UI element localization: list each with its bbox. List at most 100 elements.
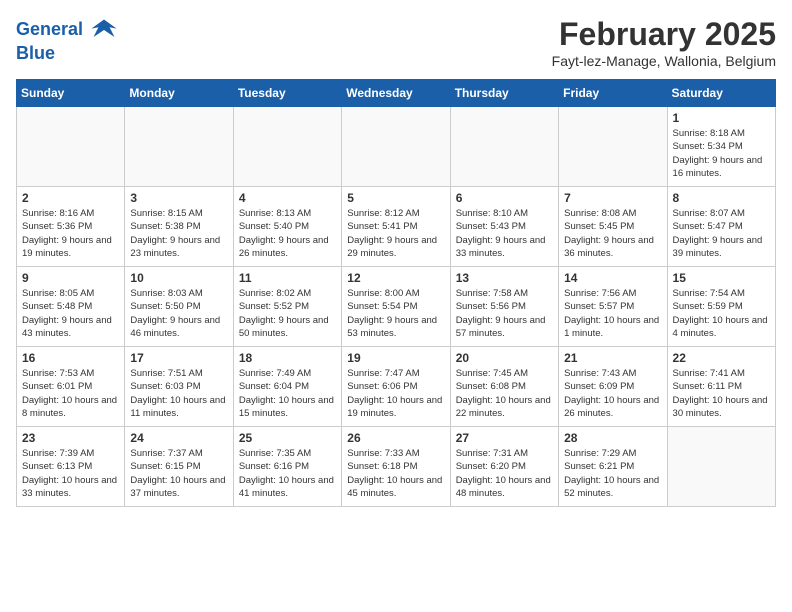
day-info: Sunrise: 7:37 AM Sunset: 6:15 PM Dayligh… bbox=[130, 447, 227, 500]
day-number: 5 bbox=[347, 191, 444, 205]
weekday-header-row: SundayMondayTuesdayWednesdayThursdayFrid… bbox=[17, 80, 776, 107]
page-header: General Blue February 2025 Fayt-lez-Mana… bbox=[16, 16, 776, 69]
calendar-cell: 5 Sunrise: 8:12 AM Sunset: 5:41 PM Daylig… bbox=[342, 187, 450, 267]
day-number: 24 bbox=[130, 431, 227, 445]
calendar-cell: 17Sunrise: 7:51 AM Sunset: 6:03 PM Dayli… bbox=[125, 347, 233, 427]
weekday-header-monday: Monday bbox=[125, 80, 233, 107]
day-info: Sunrise: 7:41 AM Sunset: 6:11 PM Dayligh… bbox=[673, 367, 770, 420]
day-info: Sunrise: 7:35 AM Sunset: 6:16 PM Dayligh… bbox=[239, 447, 336, 500]
day-info: Sunrise: 8:16 AM Sunset: 5:36 PM Dayligh… bbox=[22, 207, 119, 260]
day-number: 22 bbox=[673, 351, 770, 365]
day-number: 14 bbox=[564, 271, 661, 285]
day-info: Sunrise: 7:58 AM Sunset: 5:56 PM Dayligh… bbox=[456, 287, 553, 340]
day-info: Sunrise: 8:10 AM Sunset: 5:43 PM Dayligh… bbox=[456, 207, 553, 260]
calendar-cell bbox=[342, 107, 450, 187]
day-number: 19 bbox=[347, 351, 444, 365]
day-number: 7 bbox=[564, 191, 661, 205]
calendar-week-3: 16 Sunrise: 7:53 AM Sunset: 6:01 PM Dayli… bbox=[17, 347, 776, 427]
day-number: 1 bbox=[673, 111, 770, 125]
day-number: 27 bbox=[456, 431, 553, 445]
day-number: 18 bbox=[239, 351, 336, 365]
day-info: Sunrise: 8:05 AM Sunset: 5:48 PM Dayligh… bbox=[22, 287, 119, 340]
calendar-cell: 23 Sunrise: 7:39 AM Sunset: 6:13 PM Dayli… bbox=[17, 427, 125, 507]
calendar-week-4: 23 Sunrise: 7:39 AM Sunset: 6:13 PM Dayli… bbox=[17, 427, 776, 507]
day-info: Sunrise: 8:03 AM Sunset: 5:50 PM Dayligh… bbox=[130, 287, 227, 340]
day-number: 9 bbox=[22, 271, 119, 285]
calendar-cell: 25 Sunrise: 7:35 AM Sunset: 6:16 PM Dayli… bbox=[233, 427, 341, 507]
title-block: February 2025 Fayt-lez-Manage, Wallonia,… bbox=[552, 16, 776, 69]
calendar-cell: 8 Sunrise: 8:07 AM Sunset: 5:47 PM Daylig… bbox=[667, 187, 775, 267]
day-info: Sunrise: 7:39 AM Sunset: 6:13 PM Dayligh… bbox=[22, 447, 119, 500]
calendar-cell bbox=[559, 107, 667, 187]
calendar-cell: 21Sunrise: 7:43 AM Sunset: 6:09 PM Dayli… bbox=[559, 347, 667, 427]
day-info: Sunrise: 8:18 AM Sunset: 5:34 PM Dayligh… bbox=[673, 127, 770, 180]
day-info: Sunrise: 8:12 AM Sunset: 5:41 PM Dayligh… bbox=[347, 207, 444, 260]
calendar-week-2: 9 Sunrise: 8:05 AM Sunset: 5:48 PM Daylig… bbox=[17, 267, 776, 347]
calendar-cell: 13 Sunrise: 7:58 AM Sunset: 5:56 PM Dayli… bbox=[450, 267, 558, 347]
day-number: 8 bbox=[673, 191, 770, 205]
day-number: 3 bbox=[130, 191, 227, 205]
weekday-header-tuesday: Tuesday bbox=[233, 80, 341, 107]
day-number: 15 bbox=[673, 271, 770, 285]
day-info: Sunrise: 7:45 AM Sunset: 6:08 PM Dayligh… bbox=[456, 367, 553, 420]
day-number: 10 bbox=[130, 271, 227, 285]
weekday-header-wednesday: Wednesday bbox=[342, 80, 450, 107]
day-number: 16 bbox=[22, 351, 119, 365]
weekday-header-thursday: Thursday bbox=[450, 80, 558, 107]
weekday-header-saturday: Saturday bbox=[667, 80, 775, 107]
calendar-cell: 2 Sunrise: 8:16 AM Sunset: 5:36 PM Daylig… bbox=[17, 187, 125, 267]
logo-text: General Blue bbox=[16, 16, 118, 64]
weekday-header-sunday: Sunday bbox=[17, 80, 125, 107]
calendar-header: SundayMondayTuesdayWednesdayThursdayFrid… bbox=[17, 80, 776, 107]
calendar-cell: 12 Sunrise: 8:00 AM Sunset: 5:54 PM Dayli… bbox=[342, 267, 450, 347]
day-number: 17 bbox=[130, 351, 227, 365]
day-number: 12 bbox=[347, 271, 444, 285]
calendar-cell: 24 Sunrise: 7:37 AM Sunset: 6:15 PM Dayli… bbox=[125, 427, 233, 507]
day-info: Sunrise: 7:33 AM Sunset: 6:18 PM Dayligh… bbox=[347, 447, 444, 500]
calendar-cell: 28 Sunrise: 7:29 AM Sunset: 6:21 PM Dayli… bbox=[559, 427, 667, 507]
calendar-cell bbox=[17, 107, 125, 187]
day-number: 13 bbox=[456, 271, 553, 285]
calendar-cell: 26Sunrise: 7:33 AM Sunset: 6:18 PM Dayli… bbox=[342, 427, 450, 507]
calendar-cell: 22 Sunrise: 7:41 AM Sunset: 6:11 PM Dayli… bbox=[667, 347, 775, 427]
calendar-table: SundayMondayTuesdayWednesdayThursdayFrid… bbox=[16, 79, 776, 507]
calendar-cell bbox=[233, 107, 341, 187]
calendar-week-1: 2 Sunrise: 8:16 AM Sunset: 5:36 PM Daylig… bbox=[17, 187, 776, 267]
day-info: Sunrise: 7:49 AM Sunset: 6:04 PM Dayligh… bbox=[239, 367, 336, 420]
calendar-cell bbox=[667, 427, 775, 507]
day-number: 25 bbox=[239, 431, 336, 445]
calendar-cell: 27 Sunrise: 7:31 AM Sunset: 6:20 PM Dayli… bbox=[450, 427, 558, 507]
day-info: Sunrise: 7:29 AM Sunset: 6:21 PM Dayligh… bbox=[564, 447, 661, 500]
calendar-cell bbox=[125, 107, 233, 187]
day-info: Sunrise: 7:43 AM Sunset: 6:09 PM Dayligh… bbox=[564, 367, 661, 420]
day-info: Sunrise: 7:54 AM Sunset: 5:59 PM Dayligh… bbox=[673, 287, 770, 340]
month-title: February 2025 bbox=[552, 16, 776, 53]
day-number: 4 bbox=[239, 191, 336, 205]
calendar-week-0: 1 Sunrise: 8:18 AM Sunset: 5:34 PM Daylig… bbox=[17, 107, 776, 187]
day-number: 20 bbox=[456, 351, 553, 365]
day-info: Sunrise: 8:00 AM Sunset: 5:54 PM Dayligh… bbox=[347, 287, 444, 340]
calendar-cell: 7 Sunrise: 8:08 AM Sunset: 5:45 PM Daylig… bbox=[559, 187, 667, 267]
day-info: Sunrise: 8:08 AM Sunset: 5:45 PM Dayligh… bbox=[564, 207, 661, 260]
weekday-header-friday: Friday bbox=[559, 80, 667, 107]
calendar-cell: 4 Sunrise: 8:13 AM Sunset: 5:40 PM Daylig… bbox=[233, 187, 341, 267]
day-info: Sunrise: 7:53 AM Sunset: 6:01 PM Dayligh… bbox=[22, 367, 119, 420]
calendar-cell: 18 Sunrise: 7:49 AM Sunset: 6:04 PM Dayli… bbox=[233, 347, 341, 427]
day-number: 2 bbox=[22, 191, 119, 205]
calendar-cell: 9 Sunrise: 8:05 AM Sunset: 5:48 PM Daylig… bbox=[17, 267, 125, 347]
day-info: Sunrise: 8:02 AM Sunset: 5:52 PM Dayligh… bbox=[239, 287, 336, 340]
day-info: Sunrise: 7:31 AM Sunset: 6:20 PM Dayligh… bbox=[456, 447, 553, 500]
calendar-cell: 10 Sunrise: 8:03 AM Sunset: 5:50 PM Dayli… bbox=[125, 267, 233, 347]
day-info: Sunrise: 8:07 AM Sunset: 5:47 PM Dayligh… bbox=[673, 207, 770, 260]
calendar-cell bbox=[450, 107, 558, 187]
calendar-cell: 19 Sunrise: 7:47 AM Sunset: 6:06 PM Dayli… bbox=[342, 347, 450, 427]
logo: General Blue bbox=[16, 16, 118, 64]
calendar-cell: 11 Sunrise: 8:02 AM Sunset: 5:52 PM Dayli… bbox=[233, 267, 341, 347]
calendar-cell: 20 Sunrise: 7:45 AM Sunset: 6:08 PM Dayli… bbox=[450, 347, 558, 427]
day-number: 23 bbox=[22, 431, 119, 445]
calendar-cell: 1 Sunrise: 8:18 AM Sunset: 5:34 PM Daylig… bbox=[667, 107, 775, 187]
day-info: Sunrise: 7:47 AM Sunset: 6:06 PM Dayligh… bbox=[347, 367, 444, 420]
day-number: 11 bbox=[239, 271, 336, 285]
day-number: 28 bbox=[564, 431, 661, 445]
day-info: Sunrise: 8:13 AM Sunset: 5:40 PM Dayligh… bbox=[239, 207, 336, 260]
